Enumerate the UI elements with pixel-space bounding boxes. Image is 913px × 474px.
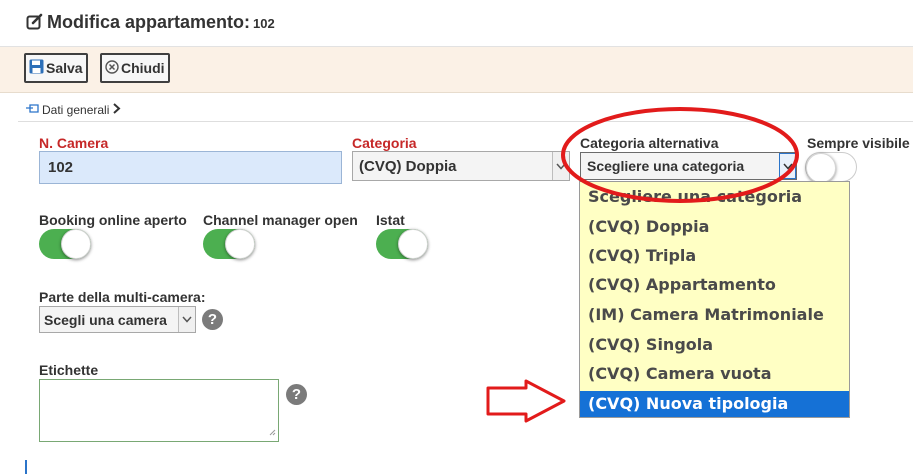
alt-category-select[interactable]: Scegliere una categoria: [580, 152, 797, 180]
channel-manager-toggle[interactable]: [203, 229, 255, 259]
multi-room-select-value: Scegli una camera: [44, 311, 167, 328]
room-number-input[interactable]: 102: [39, 151, 342, 184]
toggle-knob: [61, 229, 91, 259]
floppy-disk-icon: [29, 59, 44, 77]
always-visible-label: Sempre visibile: [807, 135, 910, 151]
room-number-value: 102: [48, 159, 74, 176]
room-number-label: N. Camera: [39, 135, 109, 151]
channel-manager-label: Channel manager open: [203, 212, 358, 228]
category-select-value: (CVQ) Doppia: [359, 157, 457, 175]
annotation-arrow: [486, 379, 566, 423]
toggle-knob: [225, 229, 255, 259]
dropdown-option[interactable]: (CVQ) Doppia: [580, 214, 849, 240]
alt-category-label: Categoria alternativa: [580, 135, 719, 151]
toggle-knob: [806, 153, 836, 183]
istat-label: Istat: [376, 212, 405, 228]
save-button-label: Salva: [46, 60, 83, 76]
help-icon[interactable]: ?: [286, 384, 307, 405]
istat-toggle[interactable]: [376, 229, 428, 259]
dropdown-option[interactable]: (CVQ) Appartamento: [580, 272, 849, 298]
hand-pointer-icon: [25, 103, 39, 117]
booking-online-label: Booking online aperto: [39, 212, 187, 228]
dropdown-option-selected[interactable]: (CVQ) Nuova tipologia: [580, 391, 849, 417]
category-label: Categoria: [352, 135, 417, 151]
alt-category-select-value: Scegliere una categoria: [587, 158, 745, 174]
close-button[interactable]: Chiudi: [100, 53, 170, 83]
section-header[interactable]: Dati generali: [25, 103, 121, 117]
page-title: Modifica appartamento: 102: [47, 12, 275, 33]
dropdown-option[interactable]: Scegliere una categoria: [580, 184, 849, 210]
close-button-label: Chiudi: [121, 60, 165, 76]
section-title: Dati generali: [42, 103, 110, 117]
room-number-title: 102: [253, 16, 275, 31]
chevron-down-icon: [552, 152, 569, 180]
toolbar: Salva Chiudi: [0, 47, 913, 93]
tags-label: Etichette: [39, 362, 99, 378]
page-title-label: Modifica appartamento:: [47, 12, 251, 32]
close-circle-icon: [105, 59, 119, 77]
multi-room-select[interactable]: Scegli una camera: [39, 306, 196, 333]
toggle-knob: [398, 229, 428, 259]
divider: [18, 121, 913, 122]
title-bar: Modifica appartamento: 102: [0, 0, 913, 47]
dropdown-option[interactable]: (CVQ) Singola: [580, 332, 849, 358]
dropdown-option[interactable]: (CVQ) Tripla: [580, 243, 849, 269]
save-button[interactable]: Salva: [24, 53, 88, 83]
dropdown-option[interactable]: (IM) Camera Matrimoniale: [580, 302, 849, 328]
multi-room-label: Parte della multi-camera:: [39, 289, 206, 305]
always-visible-toggle[interactable]: [805, 152, 857, 183]
edit-icon: [26, 13, 43, 34]
dropdown-option[interactable]: (CVQ) Camera vuota: [580, 361, 849, 387]
booking-online-toggle[interactable]: [39, 229, 91, 259]
category-select[interactable]: (CVQ) Doppia: [352, 151, 570, 181]
help-icon[interactable]: ?: [202, 309, 223, 330]
tags-textarea[interactable]: [39, 379, 279, 442]
chevron-down-icon: [779, 153, 796, 179]
chevron-down-icon: [178, 307, 195, 332]
resize-grip-icon[interactable]: [269, 421, 276, 440]
chevron-right-icon: [112, 103, 121, 117]
alt-category-dropdown: Scegliere una categoria (CVQ) Doppia (CV…: [579, 181, 850, 418]
